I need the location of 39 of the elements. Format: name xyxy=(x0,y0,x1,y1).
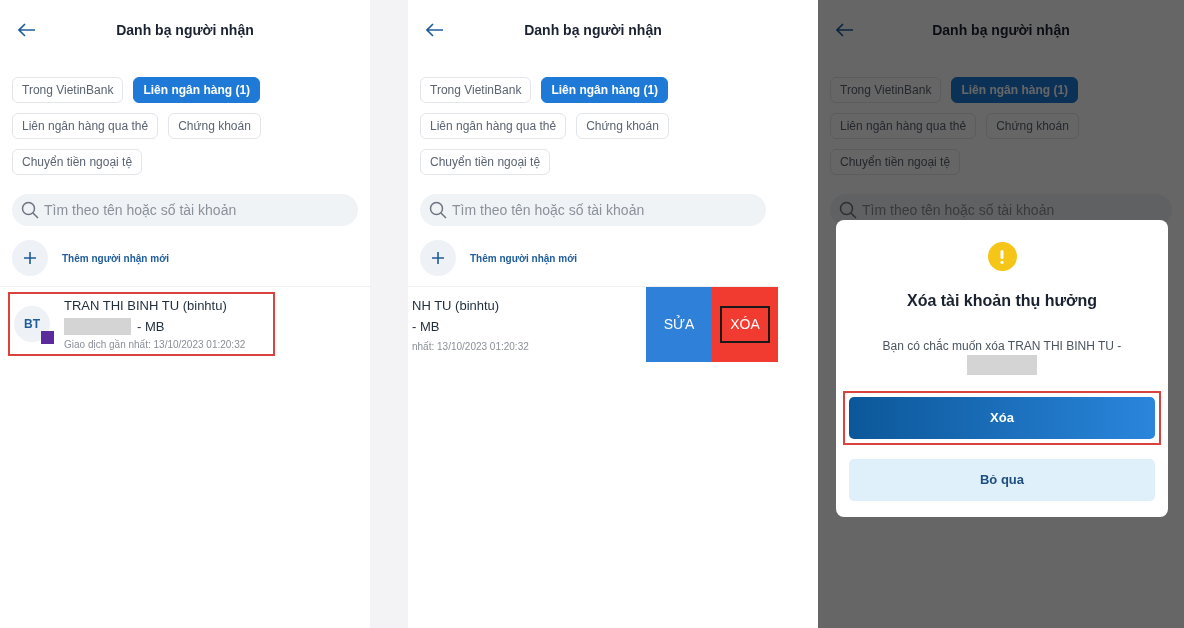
search-field[interactable]: Tìm theo tên hoặc số tài khoản xyxy=(12,194,358,226)
bank-logo-icon xyxy=(41,331,54,344)
add-recipient-link[interactable]: Thêm người nhận mới xyxy=(62,250,170,266)
contact-name: TRAN THI BINH TU (binhtu) xyxy=(64,297,228,315)
filter-tab[interactable]: Chứng khoán xyxy=(168,113,261,139)
back-arrow-icon[interactable] xyxy=(18,23,36,37)
screen-title: Danh bạ người nhận xyxy=(115,20,255,40)
filter-tab[interactable]: Chuyển tiền ngoại tệ xyxy=(12,149,143,175)
dialog-message: Bạn có chắc muốn xóa TRAN THI BINH TU - xyxy=(882,337,1122,355)
filter-tab[interactable]: Liên ngân hàng (1) xyxy=(133,77,261,103)
filter-tab[interactable]: Liên ngân hàng qua thẻ xyxy=(420,113,567,139)
contact-name: NH TU (binhtu) xyxy=(412,296,501,315)
filter-tab[interactable]: Chứng khoán xyxy=(576,113,669,139)
contact-bank: - MB xyxy=(412,318,441,336)
last-transaction: Giao dịch gần nhất: 13/10/2023 01:20:32 xyxy=(64,338,246,352)
add-recipient-link[interactable]: Thêm người nhận mới xyxy=(470,250,578,266)
delete-button[interactable]: Xóa xyxy=(849,397,1155,439)
last-transaction: nhất: 13/10/2023 01:20:32 xyxy=(412,339,530,354)
contact-row[interactable]: BT TRAN THI BINH TU (binhtu) - MB Giao dịch gần nhất: 13/10/2023 01:20:32 xyxy=(8,292,275,356)
add-icon[interactable] xyxy=(12,240,48,276)
screen-title: Danh bạ người nhận xyxy=(523,20,663,40)
filter-tab[interactable]: Liên ngân hàng (1) xyxy=(541,77,669,103)
search-icon xyxy=(21,201,39,219)
add-icon[interactable] xyxy=(420,240,456,276)
filter-tab[interactable]: Trong VietinBank xyxy=(12,77,124,103)
filter-tab[interactable]: Chuyển tiền ngoại tệ xyxy=(420,149,551,175)
back-arrow-icon[interactable] xyxy=(426,23,444,37)
search-field[interactable]: Tìm theo tên hoặc số tài khoản xyxy=(420,194,766,226)
contact-bank: - MB xyxy=(137,317,165,336)
delete-button[interactable]: XÓA xyxy=(720,306,770,343)
search-icon xyxy=(839,201,857,219)
search-icon xyxy=(429,201,447,219)
back-arrow-icon[interactable] xyxy=(836,23,854,37)
warning-icon xyxy=(987,242,1017,271)
cancel-button[interactable]: Bỏ qua xyxy=(849,459,1155,501)
filter-tab[interactable]: Liên ngân hàng qua thẻ xyxy=(12,113,159,139)
dialog-title: Xóa tài khoản thụ hưởng xyxy=(906,291,1098,311)
filter-tab[interactable]: Trong VietinBank xyxy=(420,77,532,103)
screen-title: Danh bạ người nhận xyxy=(931,20,1071,40)
